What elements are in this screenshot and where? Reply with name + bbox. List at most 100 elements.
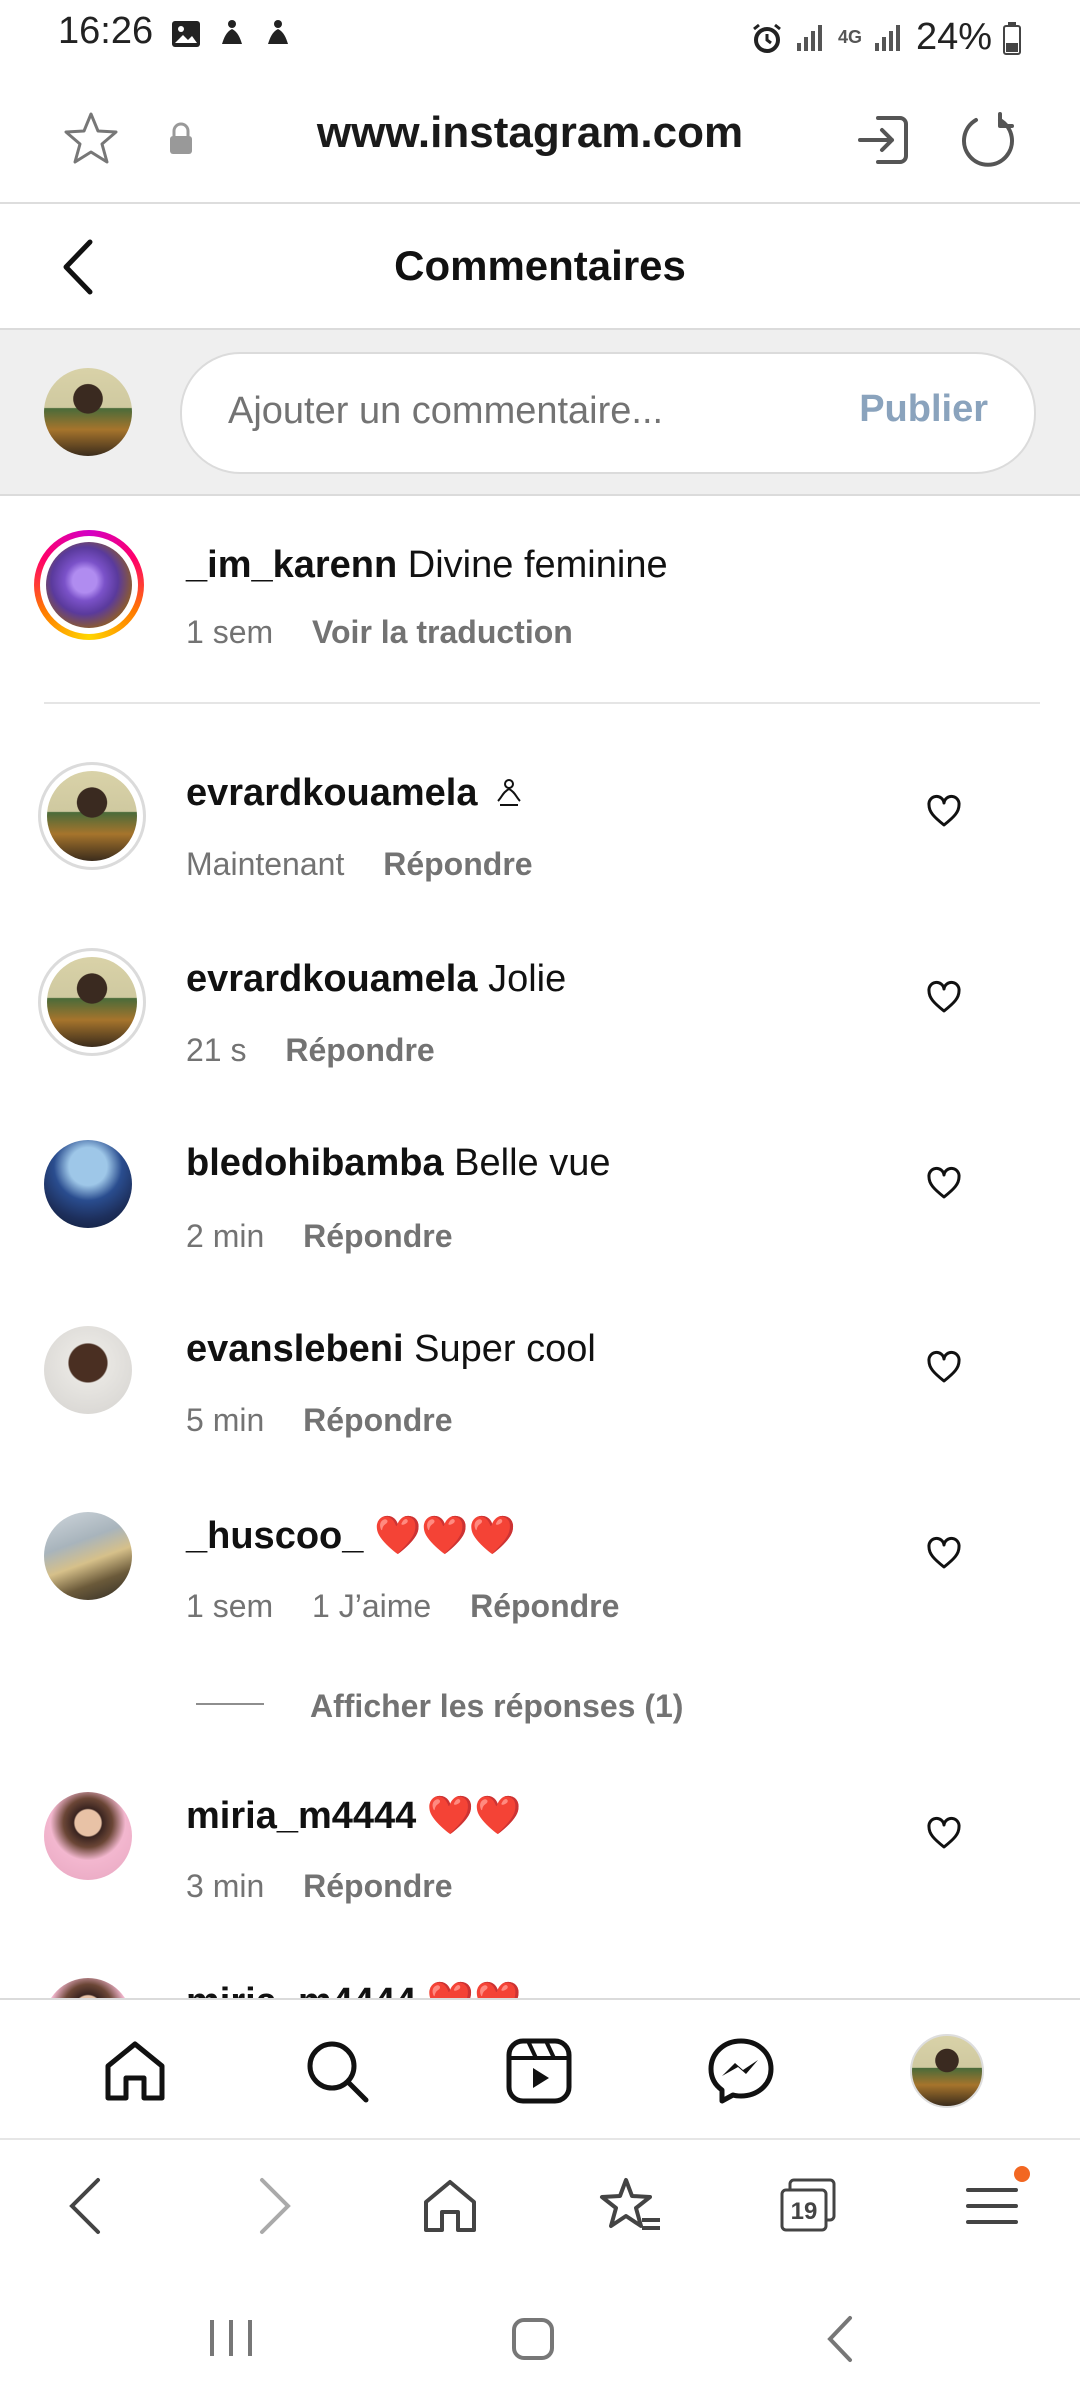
lock-icon <box>166 122 196 156</box>
bookmarks-icon[interactable] <box>598 2174 662 2238</box>
heart-icon[interactable] <box>926 980 962 1016</box>
avatar[interactable] <box>34 530 144 640</box>
comment-body: ❤️❤️❤️ <box>373 1515 516 1557</box>
lotus-emoji-icon <box>494 778 524 811</box>
status-time: 16:26 <box>58 10 154 52</box>
avatar[interactable] <box>38 948 146 1056</box>
username[interactable]: evrardkouamela <box>186 772 478 814</box>
comment-body: Belle vue <box>454 1142 611 1184</box>
avatar <box>44 368 132 456</box>
avatar[interactable] <box>44 1792 132 1880</box>
comment-text: evanslebeni Super cool <box>186 1328 596 1371</box>
home-button-icon[interactable] <box>510 2316 556 2362</box>
comment-input[interactable]: Ajouter un commentaire... Publier <box>180 352 1036 474</box>
tabs-icon[interactable]: 19 <box>776 2174 840 2238</box>
username[interactable]: miria_m4444 <box>186 1795 416 1837</box>
replies-line <box>196 1703 264 1705</box>
notification-dot <box>1014 2166 1030 2182</box>
comment-body: Super cool <box>414 1328 596 1370</box>
comment-text: evrardkouamela <box>186 772 524 815</box>
publish-button[interactable]: Publier <box>859 388 988 431</box>
home-icon[interactable] <box>100 2036 170 2106</box>
divider <box>44 702 1040 704</box>
caption-meta: 1 sem Voir la traduction <box>186 614 573 651</box>
username[interactable]: evrardkouamela <box>186 958 478 1000</box>
reply-button[interactable]: Répondre <box>470 1588 619 1624</box>
username[interactable]: _im_karenn <box>186 544 397 586</box>
avatar[interactable] <box>38 762 146 870</box>
comment-body: ❤️❤️ <box>426 1795 522 1837</box>
signal-icon <box>872 21 906 55</box>
translate-link[interactable]: Voir la traduction <box>312 614 573 650</box>
comment-meta: 1 sem 1 J’aime Répondre <box>186 1588 619 1625</box>
comment-text: bledohibamba Belle vue <box>186 1142 610 1185</box>
add-comment-bar: Ajouter un commentaire... Publier <box>0 330 1080 496</box>
signal-icon <box>794 21 828 55</box>
avatar[interactable] <box>44 1326 132 1414</box>
image-icon <box>170 18 202 50</box>
reels-icon[interactable] <box>504 2036 574 2106</box>
comments-header: Commentaires <box>0 204 1080 330</box>
forward-icon[interactable] <box>240 2174 304 2238</box>
recent-apps-icon[interactable] <box>206 2316 256 2360</box>
avatar[interactable] <box>44 1140 132 1228</box>
sign-in-icon[interactable] <box>854 110 914 170</box>
alarm-icon <box>750 21 784 55</box>
caption-text: _im_karenn Divine feminine <box>186 544 668 587</box>
network-type: 4G <box>838 27 863 47</box>
likes-count[interactable]: 1 J’aime <box>312 1588 431 1624</box>
comment-meta: 21 s Répondre <box>186 1032 435 1069</box>
heart-icon[interactable] <box>926 1536 962 1572</box>
comment-text: evrardkouamela Jolie <box>186 958 566 1001</box>
heart-icon[interactable] <box>926 794 962 830</box>
timestamp: 1 sem <box>186 614 274 650</box>
comment-body: Jolie <box>488 958 567 1000</box>
page-title: Commentaires <box>394 242 686 289</box>
comment-meta: 3 min Répondre <box>186 1868 452 1905</box>
username[interactable]: _huscoo_ <box>186 1515 363 1557</box>
comment-meta: Maintenant Répondre <box>186 846 533 883</box>
reply-button[interactable]: Répondre <box>383 846 532 882</box>
comment-placeholder: Ajouter un commentaire... <box>228 390 664 432</box>
browser-nav: 19 <box>0 2140 1080 2270</box>
reply-button[interactable]: Répondre <box>303 1402 452 1438</box>
menu-icon[interactable] <box>960 2166 1030 2238</box>
comment-text: miria_m4444 ❤️❤️ <box>186 1794 522 1838</box>
comment-meta: 5 min Répondre <box>186 1402 452 1439</box>
reply-button[interactable]: Répondre <box>303 1218 452 1254</box>
reply-button[interactable]: Répondre <box>285 1032 434 1068</box>
timestamp: 1 sem <box>186 1588 274 1624</box>
battery-percent: 24% <box>916 16 993 58</box>
username[interactable]: bledohibamba <box>186 1142 444 1184</box>
search-icon[interactable] <box>302 2036 372 2106</box>
profile-avatar[interactable] <box>910 2034 984 2108</box>
back-icon[interactable] <box>820 2314 860 2364</box>
timestamp: 2 min <box>186 1218 265 1254</box>
timestamp: Maintenant <box>186 846 345 882</box>
home-icon[interactable] <box>418 2174 482 2238</box>
comment-meta: 2 min Répondre <box>186 1218 452 1255</box>
lotus-icon <box>216 18 248 50</box>
browser-address-bar: www.instagram.com <box>0 80 1080 204</box>
timestamp: 21 s <box>186 1032 247 1068</box>
reload-icon[interactable] <box>958 110 1018 170</box>
comment-text: Divine feminine <box>407 544 668 586</box>
lotus-icon <box>262 18 294 50</box>
url-text[interactable]: www.instagram.com <box>310 108 750 158</box>
heart-icon[interactable] <box>926 1350 962 1386</box>
comment-text: _huscoo_ ❤️❤️❤️ <box>186 1514 516 1558</box>
timestamp: 5 min <box>186 1402 265 1438</box>
battery-icon <box>1002 21 1022 55</box>
back-icon[interactable] <box>56 2174 120 2238</box>
system-nav <box>0 2270 1080 2408</box>
bookmark-star-icon[interactable] <box>60 108 122 170</box>
messenger-icon[interactable] <box>706 2036 776 2106</box>
heart-icon[interactable] <box>926 1816 962 1852</box>
username[interactable]: evanslebeni <box>186 1328 404 1370</box>
avatar[interactable] <box>44 1512 132 1600</box>
view-replies-button[interactable]: Afficher les réponses (1) <box>310 1688 683 1725</box>
timestamp: 3 min <box>186 1868 265 1904</box>
reply-button[interactable]: Répondre <box>303 1868 452 1904</box>
heart-icon[interactable] <box>926 1166 962 1202</box>
status-bar: 16:26 4G 24% <box>0 0 1080 70</box>
